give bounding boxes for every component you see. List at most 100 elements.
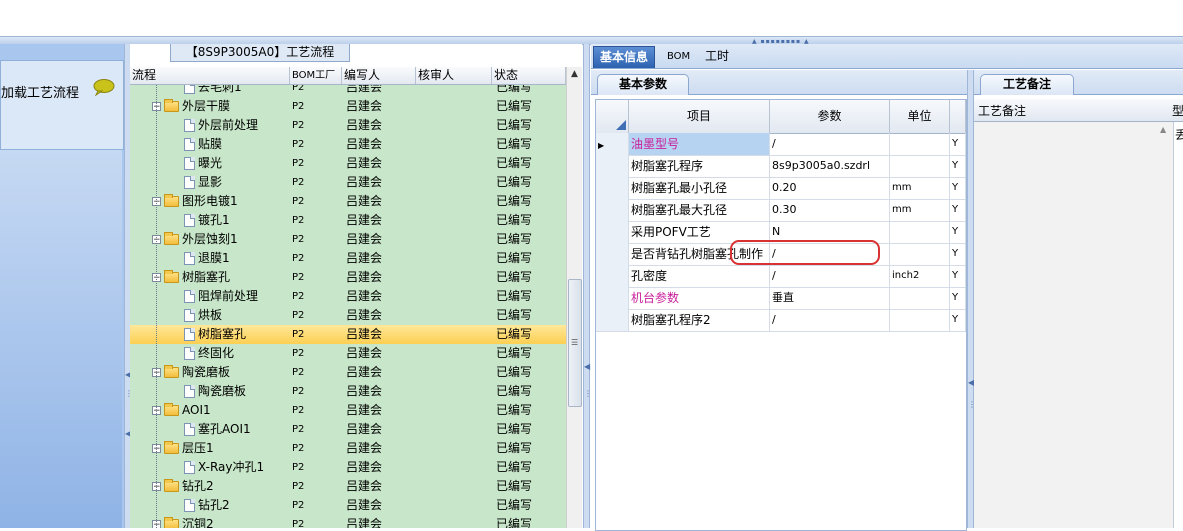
middle-vertical-splitter[interactable]: ◀ ⋮ (583, 44, 592, 528)
tree-row[interactable]: 镀孔1 P2 吕建会 已编写 (130, 211, 566, 230)
tree-node-label[interactable]: 图形电镀1 (182, 192, 238, 211)
tree-node[interactable]: 曝光 (170, 154, 222, 173)
tab-work-hours[interactable]: 工时 (699, 46, 735, 67)
param-value-cell[interactable]: 0.20 (770, 177, 890, 199)
tree-row[interactable]: − AOI1 P2 吕建会 已编写 (130, 401, 566, 420)
tree-row[interactable]: 去毛刺1 P2 吕建会 已编写 (130, 85, 566, 97)
tree-node[interactable]: 塞孔AOI1 (170, 420, 251, 439)
tree-node[interactable]: − 树脂塞孔 (152, 268, 230, 287)
tree-node[interactable]: 陶瓷磨板 (170, 382, 246, 401)
right-vertical-splitter[interactable]: ◀ ⋮ (967, 70, 976, 528)
tree-row[interactable]: 树脂塞孔 P2 吕建会 已编写 (130, 325, 566, 344)
tree-row[interactable]: 外层前处理 P2 吕建会 已编写 (130, 116, 566, 135)
tree-node-label[interactable]: 镀孔1 (198, 211, 230, 230)
params-row[interactable]: 树脂塞孔程序 8s9p3005a0.szdrl Y (596, 155, 966, 178)
params-row[interactable]: 树脂塞孔程序2/ Y (596, 309, 966, 332)
tree-node-label[interactable]: 曝光 (198, 154, 222, 173)
tree-node[interactable]: − 陶瓷磨板 (152, 363, 230, 382)
tree-node-label[interactable]: 终固化 (198, 344, 234, 363)
row-indicator[interactable] (596, 265, 629, 287)
tree-node[interactable]: 贴膜 (170, 135, 222, 154)
tree-row[interactable]: 塞孔AOI1 P2 吕建会 已编写 (130, 420, 566, 439)
tree-node[interactable]: 退膜1 (170, 249, 230, 268)
tree-row[interactable]: − 外层蚀刻1 P2 吕建会 已编写 (130, 230, 566, 249)
tree-node-label[interactable]: 钻孔2 (182, 477, 214, 496)
params-row[interactable]: ▶ 油墨型号 / Y (596, 133, 966, 156)
tree-node[interactable]: − 层压1 (152, 439, 214, 458)
header-unit[interactable]: 单位 (890, 100, 950, 133)
column-status[interactable]: 状态 (492, 67, 566, 84)
tree-node-label[interactable]: 钻孔2 (198, 496, 230, 515)
row-indicator[interactable]: ▶ (596, 133, 629, 155)
tree-node-label[interactable]: 外层干膜 (182, 97, 230, 116)
tree-row[interactable]: 退膜1 P2 吕建会 已编写 (130, 249, 566, 268)
tree-row[interactable]: 曝光 P2 吕建会 已编写 (130, 154, 566, 173)
scroll-up-arrow-icon[interactable]: ▲ (1160, 125, 1166, 134)
tree-node[interactable]: 去毛刺1 (170, 85, 242, 97)
tree-row[interactable]: − 层压1 P2 吕建会 已编写 (130, 439, 566, 458)
tree-node-label[interactable]: 烘板 (198, 306, 222, 325)
params-row[interactable]: 孔密度 / inch2 Y (596, 265, 966, 288)
tree-node[interactable]: − 外层蚀刻1 (152, 230, 238, 249)
tree-node-label[interactable]: 显影 (198, 173, 222, 192)
tree-node[interactable]: 阻焊前处理 (170, 287, 258, 306)
tree-row[interactable]: 贴膜 P2 吕建会 已编写 (130, 135, 566, 154)
tree-row[interactable]: − 树脂塞孔 P2 吕建会 已编写 (130, 268, 566, 287)
tree-row[interactable]: 钻孔2 P2 吕建会 已编写 (130, 496, 566, 515)
tree-node-label[interactable]: 层压1 (182, 439, 214, 458)
params-row[interactable]: 树脂塞孔最小孔径 0.20 mm Y (596, 177, 966, 200)
tree-row[interactable]: 显影 P2 吕建会 已编写 (130, 173, 566, 192)
scroll-thumb[interactable]: ☰ (568, 279, 582, 407)
tree-node-label[interactable]: 阻焊前处理 (198, 287, 258, 306)
tree-node-label[interactable]: 贴膜 (198, 135, 222, 154)
row-indicator[interactable] (596, 309, 629, 331)
tree-node[interactable]: 钻孔2 (170, 496, 230, 515)
tree-row[interactable]: 烘板 P2 吕建会 已编写 (130, 306, 566, 325)
param-value-cell[interactable]: 8s9p3005a0.szdrl (770, 155, 890, 177)
tree-node[interactable]: 树脂塞孔 (170, 325, 246, 344)
tree-node[interactable]: − 外层干膜 (152, 97, 230, 116)
tree-node[interactable]: 显影 (170, 173, 222, 192)
tree-row[interactable]: − 沉铜2 P2 吕建会 已编写 (130, 515, 566, 528)
tree-node[interactable]: − 钻孔2 (152, 477, 214, 496)
header-param[interactable]: 参数 (770, 100, 890, 133)
tab-bom[interactable]: BOM (661, 46, 696, 67)
column-bom-factory[interactable]: BOM工厂 (290, 67, 342, 84)
tree-node-label[interactable]: 陶瓷磨板 (182, 363, 230, 382)
tree-node[interactable]: 外层前处理 (170, 116, 258, 135)
tree-node-label[interactable]: 沉铜2 (182, 515, 214, 528)
header-process-notes[interactable]: 工艺备注 (978, 102, 1026, 119)
header-item[interactable]: 项目 (629, 100, 770, 133)
param-value-cell[interactable]: 垂直 (770, 287, 890, 309)
row-indicator[interactable] (596, 177, 629, 199)
header-type[interactable]: 型 (1172, 102, 1183, 119)
tree-node-label[interactable]: 树脂塞孔 (182, 268, 230, 287)
tree-node-label[interactable]: 塞孔AOI1 (198, 420, 251, 439)
tree-node-label[interactable]: X-Ray冲孔1 (198, 458, 264, 477)
params-row[interactable]: 树脂塞孔最大孔径 0.30 mm Y (596, 199, 966, 222)
tree-row[interactable]: X-Ray冲孔1 P2 吕建会 已编写 (130, 458, 566, 477)
param-value-cell[interactable]: / (770, 309, 890, 331)
row-indicator[interactable] (596, 287, 629, 309)
tree-node-label[interactable]: AOI1 (182, 401, 211, 420)
collapse-arrow-icon[interactable]: ◀ (584, 362, 590, 371)
tree-node[interactable]: 镀孔1 (170, 211, 230, 230)
row-indicator[interactable] (596, 155, 629, 177)
tree-node-label[interactable]: 去毛刺1 (198, 85, 242, 97)
tree-row[interactable]: − 图形电镀1 P2 吕建会 已编写 (130, 192, 566, 211)
speech-bubble-icon[interactable] (93, 79, 115, 96)
tree-node[interactable]: X-Ray冲孔1 (170, 458, 264, 477)
row-indicator[interactable] (596, 243, 629, 265)
tab-basic-params[interactable]: 基本参数 (597, 74, 689, 95)
tab-process-notes[interactable]: 工艺备注 (980, 74, 1074, 95)
tree-node[interactable]: 烘板 (170, 306, 222, 325)
tree-scrollbar[interactable]: ▲ ☰ (566, 67, 582, 528)
tree-node[interactable]: − 图形电镀1 (152, 192, 238, 211)
column-author[interactable]: 编写人 (342, 67, 416, 84)
param-value-cell[interactable]: / (770, 265, 890, 287)
tree-row[interactable]: − 钻孔2 P2 吕建会 已编写 (130, 477, 566, 496)
tree-node-label[interactable]: 陶瓷磨板 (198, 382, 246, 401)
tree-node-label[interactable]: 外层前处理 (198, 116, 258, 135)
column-reviewer[interactable]: 核审人 (416, 67, 492, 84)
params-row[interactable]: 机台参数 垂直 Y (596, 287, 966, 310)
